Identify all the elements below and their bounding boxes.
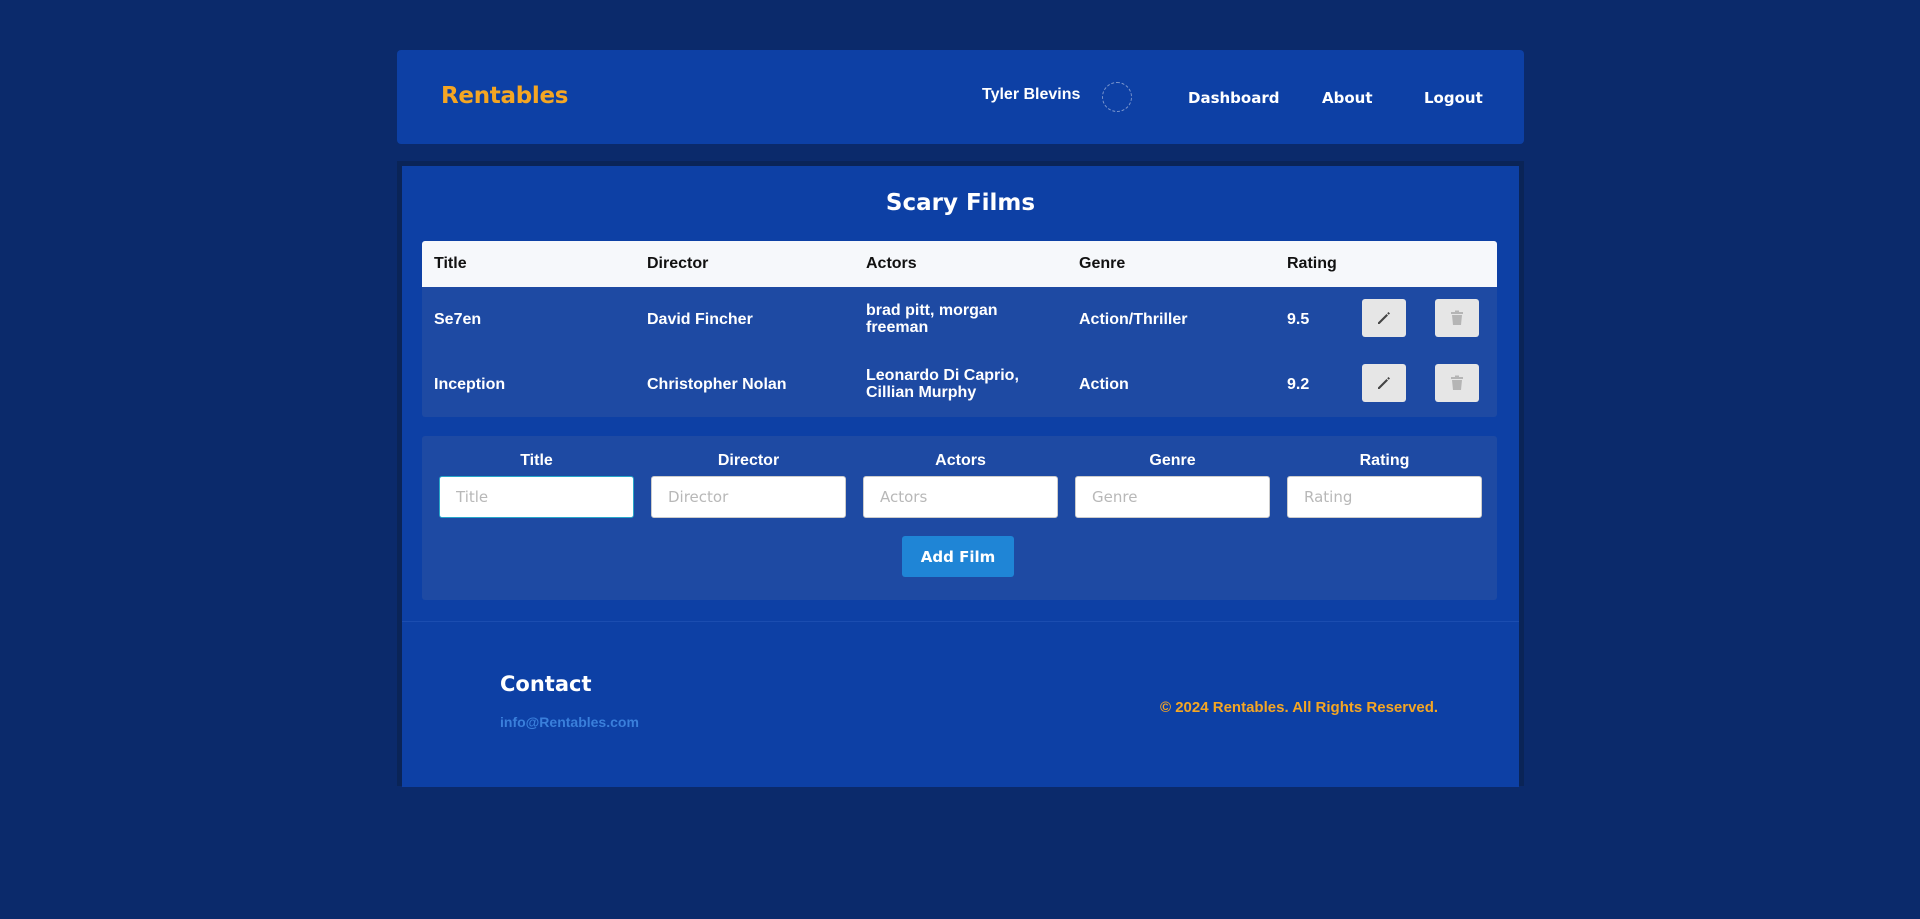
genre-field: Genre	[1075, 452, 1270, 518]
rating-label: Rating	[1359, 452, 1410, 469]
cell-director: David Fincher	[647, 311, 753, 328]
main-panel: Scary Films Title Director Actors Genre …	[397, 161, 1524, 787]
avatar[interactable]	[1102, 82, 1132, 112]
pencil-icon	[1378, 377, 1390, 389]
title-input[interactable]	[439, 476, 634, 518]
director-label: Director	[717, 452, 780, 469]
director-field: Director	[651, 452, 846, 518]
films-table: Title Director Actors Genre Rating Se7en…	[422, 241, 1497, 417]
cell-actors: Leonardo Di Caprio, Cillian Murphy	[866, 367, 1019, 401]
edit-button[interactable]	[1362, 299, 1406, 337]
table-header: Title Director Actors Genre Rating	[422, 241, 1497, 287]
delete-button[interactable]	[1435, 364, 1479, 402]
cell-rating: 9.2	[1287, 376, 1310, 393]
genre-input[interactable]	[1075, 476, 1270, 518]
rating-field: Rating	[1287, 452, 1482, 518]
contact-email-link[interactable]: info@Rentables.com	[500, 714, 639, 730]
add-film-form: Title Director Actors Genre Rating Add F…	[422, 436, 1497, 600]
title-field: Title	[439, 452, 634, 518]
cell-title: Se7en	[434, 311, 482, 328]
rating-input[interactable]	[1287, 476, 1482, 518]
header-actors: Actors	[866, 255, 917, 272]
header-title: Title	[434, 255, 467, 272]
header-rating: Rating	[1287, 255, 1337, 272]
table-row: Se7en David Fincher brad pitt, morgan fr…	[422, 287, 1497, 352]
brand-logo[interactable]: Rentables	[441, 83, 568, 109]
pencil-icon	[1378, 312, 1390, 324]
cell-director: Christopher Nolan	[647, 376, 787, 393]
header-director: Director	[647, 255, 709, 272]
copyright-text: © 2024 Rentables. All Rights Reserved.	[1160, 699, 1439, 716]
genre-label: Genre	[1149, 452, 1196, 469]
trash-icon	[1451, 375, 1463, 390]
actors-field: Actors	[863, 452, 1058, 518]
delete-button[interactable]	[1435, 299, 1479, 337]
trash-icon	[1451, 310, 1463, 325]
cell-actors: brad pitt, morgan freeman	[866, 302, 998, 336]
user-name: Tyler Blevins	[982, 86, 1081, 103]
cell-genre: Action	[1079, 376, 1129, 393]
contact-title: Contact	[500, 672, 592, 696]
table-row: Inception Christopher Nolan Leonardo Di …	[422, 352, 1497, 417]
title-label: Title	[520, 452, 553, 469]
add-film-button[interactable]: Add Film	[902, 536, 1014, 577]
actors-input[interactable]	[863, 476, 1058, 518]
nav-link-dashboard[interactable]: Dashboard	[1188, 89, 1279, 107]
page-title: Scary Films	[885, 190, 1036, 216]
edit-button[interactable]	[1362, 364, 1406, 402]
header-genre: Genre	[1079, 255, 1126, 272]
cell-title: Inception	[434, 376, 506, 393]
cell-genre: Action/Thriller	[1079, 311, 1188, 328]
nav-link-logout[interactable]: Logout	[1424, 89, 1483, 107]
director-input[interactable]	[651, 476, 846, 518]
actors-label: Actors	[935, 452, 986, 469]
nav-link-about[interactable]: About	[1322, 89, 1373, 107]
cell-rating: 9.5	[1287, 311, 1310, 328]
footer: Contact info@Rentables.com © 2024 Rentab…	[402, 621, 1519, 787]
navbar: Rentables Tyler Blevins Dashboard About …	[397, 50, 1524, 144]
